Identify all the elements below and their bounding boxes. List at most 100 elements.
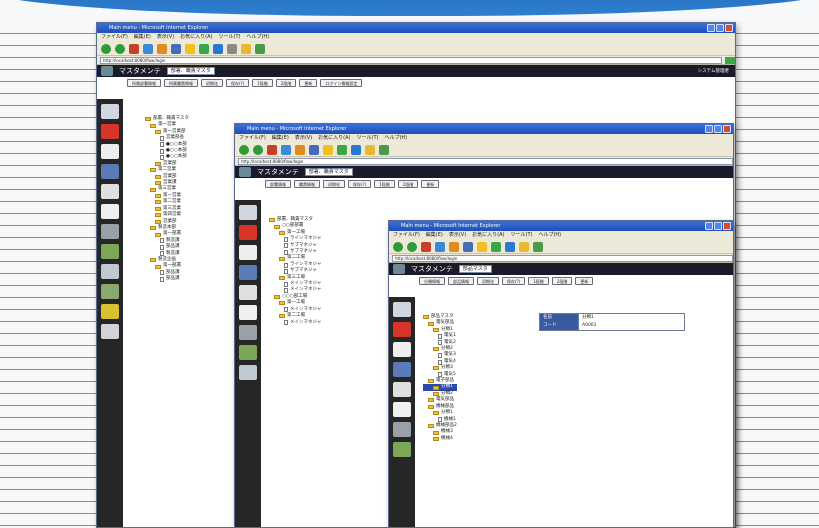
back-icon[interactable] (101, 43, 111, 54)
master-select[interactable]: 部署、職責マスタ (166, 67, 215, 75)
go-button[interactable] (725, 56, 735, 64)
update-button[interactable]: 更新 (575, 277, 594, 285)
alert-icon[interactable] (393, 322, 411, 337)
menu-view[interactable]: 表示(V) (449, 231, 466, 240)
flow-icon[interactable] (101, 164, 119, 179)
code-field[interactable]: A0001 (578, 322, 684, 330)
forward-icon[interactable] (253, 144, 263, 155)
master-select[interactable]: 部署、職責マスタ (304, 168, 353, 176)
home-icon[interactable] (449, 241, 459, 252)
forward-icon[interactable] (115, 43, 125, 54)
save-button[interactable]: 保存(?) (502, 277, 526, 285)
level1-button[interactable]: 1段階 (252, 79, 273, 87)
report-icon[interactable] (239, 305, 257, 320)
print-icon[interactable] (533, 241, 543, 252)
save-button[interactable]: 保存(?) (348, 180, 372, 188)
camera-icon[interactable] (101, 224, 119, 239)
menu-favorites[interactable]: お気に入り(A) (180, 33, 212, 42)
home-icon[interactable] (157, 43, 167, 54)
name-field[interactable]: 分類1 (578, 314, 684, 322)
address-input[interactable]: http://localhost:8080/flow/login (392, 254, 733, 262)
stop-icon[interactable] (129, 43, 139, 54)
list-icon[interactable] (393, 382, 411, 397)
chart-icon[interactable] (101, 244, 119, 259)
document-icon[interactable] (101, 144, 119, 159)
list-icon[interactable] (101, 184, 119, 199)
menu-help[interactable]: ヘルプ(H) (538, 231, 561, 240)
favorites-icon[interactable] (185, 43, 195, 54)
stop-icon[interactable] (421, 241, 431, 252)
master-select[interactable]: 部品マスタ (458, 265, 492, 273)
tab-category-info[interactable]: 分類情報 (419, 277, 445, 285)
media-icon[interactable] (337, 144, 347, 155)
search-icon[interactable] (463, 241, 473, 252)
menu-edit[interactable]: 編集(E) (426, 231, 443, 240)
settings-icon[interactable] (101, 264, 119, 279)
menu-edit[interactable]: 編集(E) (272, 134, 289, 143)
user-icon[interactable] (239, 205, 257, 220)
update-button[interactable]: 更新 (421, 180, 440, 188)
search-icon[interactable] (309, 144, 319, 155)
forward-icon[interactable] (407, 241, 417, 252)
save-button[interactable]: 保存(?) (226, 79, 250, 87)
level2-button[interactable]: 2段階 (275, 79, 297, 87)
stop-icon[interactable] (267, 144, 277, 155)
favorites-icon[interactable] (477, 241, 487, 252)
favorites-icon[interactable] (323, 144, 333, 155)
user-icon[interactable] (393, 302, 411, 317)
print-icon[interactable] (379, 144, 389, 155)
history-icon[interactable] (505, 241, 515, 252)
refresh-icon[interactable] (143, 43, 153, 54)
menu-favorites[interactable]: お気に入り(A) (318, 134, 350, 143)
document-icon[interactable] (239, 245, 257, 260)
camera-icon[interactable] (239, 325, 257, 340)
address-input[interactable]: http://localhost:8080/flow/login (100, 56, 722, 64)
history-icon[interactable] (213, 43, 223, 54)
tab-parts-info[interactable]: 部品情報 (448, 277, 474, 285)
camera-icon[interactable] (393, 422, 411, 437)
settings-icon[interactable] (239, 365, 257, 380)
minimize-button[interactable] (707, 24, 715, 32)
search-icon[interactable] (171, 43, 181, 54)
level2-button[interactable]: 2段階 (551, 277, 573, 285)
home-icon[interactable] (295, 144, 305, 155)
menu-favorites[interactable]: お気に入り(A) (472, 231, 504, 240)
refresh-icon[interactable] (281, 144, 291, 155)
tab-role-info[interactable]: 所属職責情報 (164, 79, 198, 87)
flow-icon[interactable] (239, 265, 257, 280)
tree-node[interactable]: メインマネジャ (269, 320, 321, 326)
menu-tools[interactable]: ツール(T) (357, 134, 379, 143)
maximize-button[interactable] (716, 24, 724, 32)
report-icon[interactable] (101, 204, 119, 219)
level1-button[interactable]: 1段階 (528, 277, 549, 285)
menu-help[interactable]: ヘルプ(H) (246, 33, 269, 42)
tab-dept-info[interactable]: 部署情報 (265, 180, 291, 188)
media-icon[interactable] (491, 241, 501, 252)
folder-icon[interactable] (241, 43, 251, 54)
menu-view[interactable]: 表示(V) (157, 33, 174, 42)
maximize-button[interactable] (714, 222, 722, 230)
tree-node[interactable]: 部品課 (145, 276, 189, 282)
tab-dept-info[interactable]: 所属部署情報 (127, 79, 161, 87)
list-icon[interactable] (239, 285, 257, 300)
menu-view[interactable]: 表示(V) (295, 134, 312, 143)
chart-icon[interactable] (239, 345, 257, 360)
tree-node[interactable]: 機械4 (423, 436, 457, 442)
init-button[interactable]: 初期化 (201, 79, 223, 87)
star-icon[interactable] (101, 304, 119, 319)
maximize-button[interactable] (714, 125, 722, 133)
menu-file[interactable]: ファイル(F) (101, 33, 128, 42)
menu-tools[interactable]: ツール(T) (511, 231, 533, 240)
refresh-icon[interactable] (435, 241, 445, 252)
chart-icon[interactable] (393, 442, 411, 457)
level1-button[interactable]: 1段階 (374, 180, 395, 188)
init-button[interactable]: 初期化 (323, 180, 345, 188)
close-button[interactable] (723, 125, 731, 133)
folder-icon[interactable] (365, 144, 375, 155)
menu-file[interactable]: ファイル(F) (239, 134, 266, 143)
flow-icon[interactable] (393, 362, 411, 377)
folder-icon[interactable] (519, 241, 529, 252)
login-settings-button[interactable]: ログイン情報設定 (320, 79, 363, 87)
calc-icon[interactable] (101, 284, 119, 299)
address-input[interactable]: http://localhost:8080/flow/login (238, 157, 733, 165)
